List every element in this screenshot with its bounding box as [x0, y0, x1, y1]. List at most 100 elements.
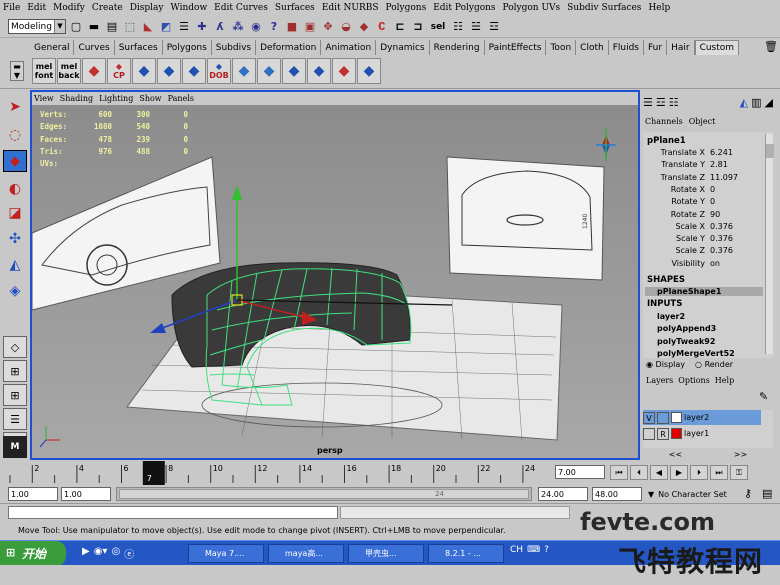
- taskbar-item-2[interactable]: maya高...: [268, 544, 344, 563]
- shelf-menu-icon[interactable]: ▬ ▼: [10, 61, 24, 81]
- menu-item-subdiv-surfaces[interactable]: Subdiv Surfaces: [567, 3, 641, 13]
- shelf-tab-dynamics[interactable]: Dynamics: [376, 40, 430, 55]
- shelf-tab-painteffects[interactable]: PaintEffects: [485, 40, 547, 55]
- input-node[interactable]: polyTweak92: [657, 337, 715, 346]
- taskbar-item-4[interactable]: 8.2.1 - ...: [428, 544, 504, 563]
- shelf-button-5[interactable]: ◆: [132, 58, 156, 84]
- lasso-tool-icon[interactable]: ◌: [3, 124, 27, 146]
- current-time-field[interactable]: 7.00: [555, 465, 605, 479]
- range-handle[interactable]: 24: [119, 489, 529, 499]
- char-set-dropdown[interactable]: ▼ No Character Set: [648, 487, 740, 501]
- render-icon[interactable]: ■: [284, 19, 300, 35]
- channel-attr[interactable]: Scale Y 0.376: [643, 234, 773, 246]
- channel-attr[interactable]: Rotate Z 90: [643, 210, 773, 222]
- channel-attr[interactable]: Translate X 6.241: [643, 148, 773, 160]
- play-back-button[interactable]: ◀: [650, 465, 668, 480]
- end-time-field[interactable]: 48.00: [592, 487, 642, 501]
- help-icon[interactable]: ?: [544, 545, 549, 555]
- render-globals-icon[interactable]: ✥: [320, 19, 336, 35]
- select-tool-icon[interactable]: ➤: [3, 96, 27, 118]
- pick-mask-icon[interactable]: ☰: [176, 19, 192, 35]
- tool-settings-icon[interactable]: ☱: [468, 19, 484, 35]
- attr-value[interactable]: 0: [708, 185, 763, 197]
- auto-key-icon[interactable]: ⚷: [744, 487, 752, 500]
- chevron-down-icon[interactable]: ▼: [54, 20, 65, 33]
- layer-name[interactable]: layer1: [684, 429, 709, 438]
- single-layout-icon[interactable]: ◇: [3, 336, 27, 358]
- cube-icon[interactable]: ◭: [740, 96, 748, 109]
- channel-attr[interactable]: Translate Y 2.81: [643, 160, 773, 172]
- object-name[interactable]: pPlane1: [647, 136, 686, 146]
- select-hierarchy-icon[interactable]: ⬚: [122, 19, 138, 35]
- shelf-button-9[interactable]: ◆: [232, 58, 256, 84]
- channel-attr[interactable]: Translate Z 11.097: [643, 173, 773, 185]
- menu-item-file[interactable]: File: [3, 3, 20, 13]
- shelf-button-2[interactable]: mel back: [57, 58, 81, 84]
- mode-selector[interactable]: Modeling ▼: [8, 19, 66, 34]
- media-icon[interactable]: ▶: [82, 546, 90, 561]
- channel-toggle-icon[interactable]: ☲: [486, 19, 502, 35]
- attr-value[interactable]: 0.376: [708, 234, 763, 246]
- shelf-button-10[interactable]: ◆: [257, 58, 281, 84]
- time-slider[interactable]: 7 2 4 6 8 10 12 14 16 18 20 22 24 7.00 ⏮ ⏴ ◀ ▶ ⏵ ⏭ ⚿: [0, 461, 780, 485]
- show-manip-icon[interactable]: ◈: [3, 280, 27, 302]
- shelf-tab-fur[interactable]: Fur: [644, 40, 668, 55]
- channel-scrollbar[interactable]: [765, 134, 774, 354]
- attr-value[interactable]: 90: [708, 210, 763, 222]
- ie-icon[interactable]: ⓔ: [124, 546, 134, 561]
- menu-item-create[interactable]: Create: [92, 3, 123, 13]
- magnet-icon[interactable]: ∁: [374, 19, 390, 35]
- layer-display-toggle[interactable]: ◉ Display ○ Render: [646, 360, 733, 369]
- input-node[interactable]: polyMergeVert52: [657, 349, 735, 358]
- menu-item-display[interactable]: Display: [130, 3, 164, 13]
- start-time-field[interactable]: 1.00: [8, 487, 58, 501]
- new-layer-icon[interactable]: ✎: [759, 390, 768, 403]
- layer-next-button[interactable]: >>: [734, 450, 747, 459]
- shelf-tab-fluids[interactable]: Fluids: [609, 40, 644, 55]
- list-view-icon[interactable]: ☰: [643, 96, 653, 109]
- shelf-tab-surfaces[interactable]: Surfaces: [115, 40, 163, 55]
- close-panel-icon[interactable]: ◢: [765, 96, 773, 109]
- layer-render-toggle[interactable]: R: [657, 427, 669, 440]
- display-radio[interactable]: ◉ Display: [646, 360, 685, 369]
- desktop-icon[interactable]: ◉▾: [94, 546, 108, 561]
- hypershade-icon[interactable]: ◒: [338, 19, 354, 35]
- browser-icon[interactable]: ◎: [111, 546, 120, 561]
- layer-visibility-toggle[interactable]: [643, 427, 655, 440]
- viewport-menu-shading[interactable]: Shading: [60, 94, 93, 103]
- rotate-tool-icon[interactable]: ◐: [3, 178, 27, 200]
- shelf-button-8[interactable]: ◆ DOB: [207, 58, 231, 84]
- tree-view-icon[interactable]: ☷: [669, 96, 679, 109]
- render-radio[interactable]: ○ Render: [695, 360, 733, 369]
- menu-item-edit-nurbs[interactable]: Edit NURBS: [322, 3, 379, 13]
- shelf-tab-rendering[interactable]: Rendering: [430, 40, 485, 55]
- shelf-button-14[interactable]: ◆: [357, 58, 381, 84]
- ime-icon[interactable]: ⌨: [527, 545, 540, 555]
- scale-tool-icon[interactable]: ◪: [3, 202, 27, 224]
- shelf-tab-animation[interactable]: Animation: [321, 40, 377, 55]
- menu-item-edit-curves[interactable]: Edit Curves: [214, 3, 268, 13]
- hypergraph-icon[interactable]: ◆: [356, 19, 372, 35]
- shelf-button-4[interactable]: ◆ CP: [107, 58, 131, 84]
- go-start-button[interactable]: ⏮: [610, 465, 628, 480]
- range-slider-bar[interactable]: 24: [116, 487, 532, 501]
- attr-value[interactable]: 0: [708, 197, 763, 209]
- shelf-tab-general[interactable]: General: [30, 40, 75, 55]
- save-scene-icon[interactable]: ▤: [104, 19, 120, 35]
- object-menu[interactable]: Object: [689, 117, 716, 126]
- taskbar-item-1[interactable]: Maya 7....: [188, 544, 264, 563]
- step-back-button[interactable]: ⏴: [630, 465, 648, 480]
- move-tool-icon[interactable]: ◆: [3, 150, 27, 172]
- viewport-menu-panels[interactable]: Panels: [168, 94, 194, 103]
- menu-item-modify[interactable]: Modify: [53, 3, 85, 13]
- channel-attr[interactable]: Rotate X0: [643, 185, 773, 197]
- select-component-icon[interactable]: ◩: [158, 19, 174, 35]
- layer-visibility-toggle[interactable]: V: [643, 411, 655, 424]
- shelf-tab-subdivs[interactable]: Subdivs: [212, 40, 257, 55]
- layer-row[interactable]: Rlayer1: [643, 426, 761, 441]
- start-button[interactable]: ⊞ 开始: [0, 541, 66, 566]
- select-object-icon[interactable]: ◣: [140, 19, 156, 35]
- shelf-tab-toon[interactable]: Toon: [546, 40, 577, 55]
- shelf-button-13[interactable]: ◆: [332, 58, 356, 84]
- command-input[interactable]: [8, 506, 338, 519]
